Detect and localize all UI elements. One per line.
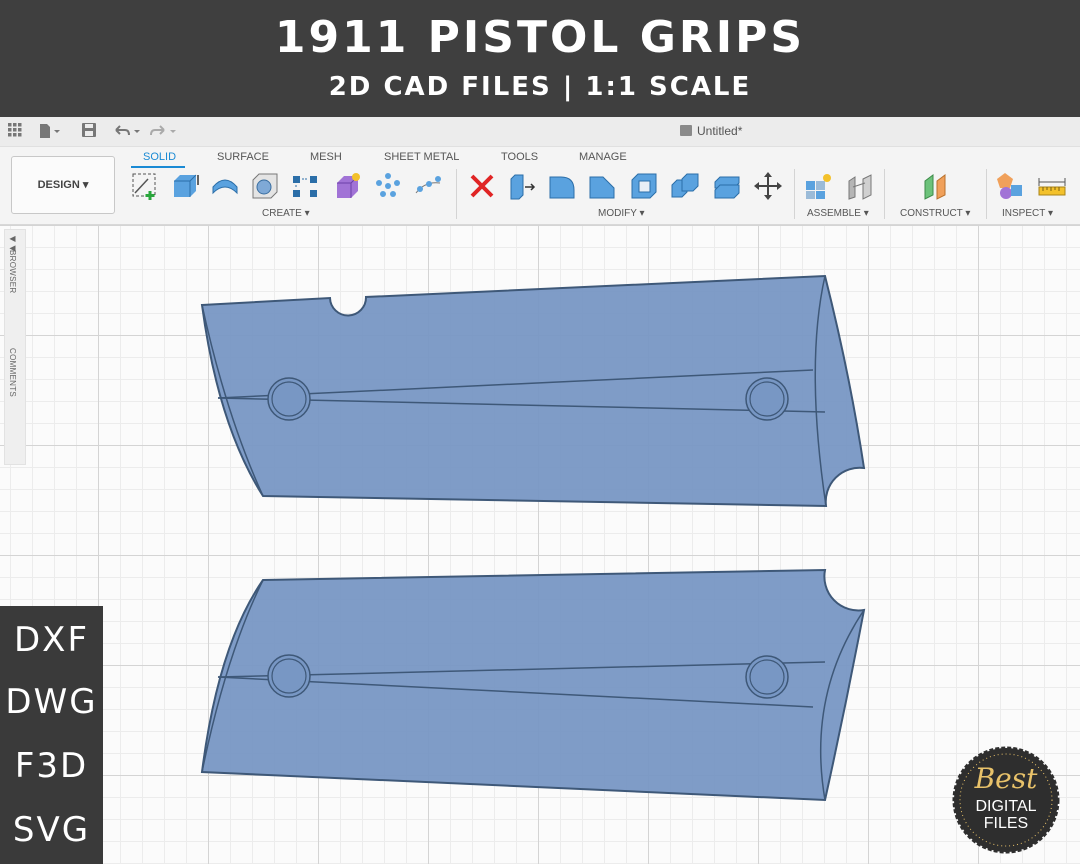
chamfer-icon[interactable] bbox=[587, 171, 617, 201]
tab-mesh[interactable]: MESH bbox=[310, 151, 342, 163]
delete-icon[interactable] bbox=[467, 171, 497, 201]
create-form-icon[interactable] bbox=[333, 171, 363, 201]
lower-grip-hole-right bbox=[745, 655, 789, 699]
file-icon[interactable] bbox=[38, 123, 60, 141]
grip-drawings bbox=[200, 274, 866, 802]
joint-icon[interactable] bbox=[845, 171, 875, 201]
inspect-menu[interactable]: INSPECT ▾ bbox=[1002, 208, 1053, 219]
undo-icon[interactable] bbox=[112, 123, 142, 141]
divider bbox=[794, 169, 795, 219]
extrude-icon[interactable] bbox=[170, 171, 200, 201]
badge-line-2: DIGITAL bbox=[975, 798, 1037, 815]
tab-surface[interactable]: SURFACE bbox=[217, 151, 269, 163]
measure-icon[interactable] bbox=[1037, 171, 1067, 201]
grid-menu-icon[interactable] bbox=[8, 123, 22, 141]
hole-icon[interactable] bbox=[250, 171, 280, 201]
tab-solid[interactable]: SOLID bbox=[143, 151, 176, 163]
spline-points-icon[interactable] bbox=[413, 171, 443, 201]
upper-grip-hole-right bbox=[745, 377, 789, 421]
point-pattern-icon[interactable] bbox=[373, 171, 403, 201]
upper-grip[interactable] bbox=[200, 274, 866, 508]
redo-icon[interactable] bbox=[148, 123, 178, 141]
move-copy-icon[interactable] bbox=[753, 171, 783, 201]
create-sketch-icon[interactable] bbox=[130, 171, 160, 201]
format-dxf: DXF bbox=[13, 620, 90, 660]
tab-manage[interactable]: MANAGE bbox=[579, 151, 627, 163]
banner-subtitle: 2D CAD FILES | 1:1 SCALE bbox=[328, 72, 752, 102]
title-banner: 1911 PISTOL GRIPS 2D CAD FILES | 1:1 SCA… bbox=[0, 0, 1080, 117]
lower-grip-hole-left bbox=[267, 654, 311, 698]
save-icon[interactable] bbox=[82, 123, 96, 141]
revolve-icon[interactable] bbox=[210, 171, 240, 201]
brand-badge: Best DIGITAL FILES bbox=[952, 746, 1060, 854]
document-title-text: Untitled* bbox=[697, 124, 743, 138]
new-component-icon[interactable] bbox=[803, 171, 833, 201]
pattern-icon[interactable] bbox=[290, 171, 320, 201]
format-dwg: DWG bbox=[5, 682, 98, 722]
tab-sheet-metal[interactable]: SHEET METAL bbox=[384, 151, 459, 163]
create-menu[interactable]: CREATE ▾ bbox=[262, 208, 310, 219]
badge-line-1: Best bbox=[974, 762, 1038, 795]
interference-icon[interactable] bbox=[995, 171, 1025, 201]
construct-menu[interactable]: CONSTRUCT ▾ bbox=[900, 208, 970, 219]
fillet-icon[interactable] bbox=[547, 171, 577, 201]
assemble-menu[interactable]: ASSEMBLE ▾ bbox=[807, 208, 869, 219]
document-title: Untitled* bbox=[680, 124, 742, 138]
file-formats-panel: DXF DWG F3D SVG bbox=[0, 606, 103, 864]
divider bbox=[884, 169, 885, 219]
press-pull-icon[interactable] bbox=[507, 171, 537, 201]
shell-icon[interactable] bbox=[629, 171, 659, 201]
combine-icon[interactable] bbox=[670, 171, 700, 201]
divider bbox=[986, 169, 987, 219]
modify-menu[interactable]: MODIFY ▾ bbox=[598, 208, 645, 219]
ribbon-toolbar: DESIGN ▾ SOLID SURFACE MESH SHEET METAL … bbox=[0, 147, 1080, 225]
offset-plane-icon[interactable] bbox=[921, 171, 951, 201]
tab-tools[interactable]: TOOLS bbox=[501, 151, 538, 163]
format-f3d: F3D bbox=[14, 746, 89, 786]
badge-line-3: FILES bbox=[983, 815, 1029, 832]
banner-title: 1911 PISTOL GRIPS bbox=[274, 12, 806, 63]
lower-grip[interactable] bbox=[200, 568, 866, 802]
divider bbox=[456, 169, 457, 219]
upper-grip-hole-left bbox=[267, 377, 311, 421]
format-svg: SVG bbox=[12, 810, 91, 850]
workspace-switcher[interactable]: DESIGN ▾ bbox=[11, 156, 115, 214]
split-body-icon[interactable] bbox=[712, 171, 742, 201]
active-tab-indicator bbox=[131, 166, 185, 168]
app-top-bar: Untitled* bbox=[0, 117, 1080, 147]
document-cube-icon bbox=[680, 125, 692, 136]
